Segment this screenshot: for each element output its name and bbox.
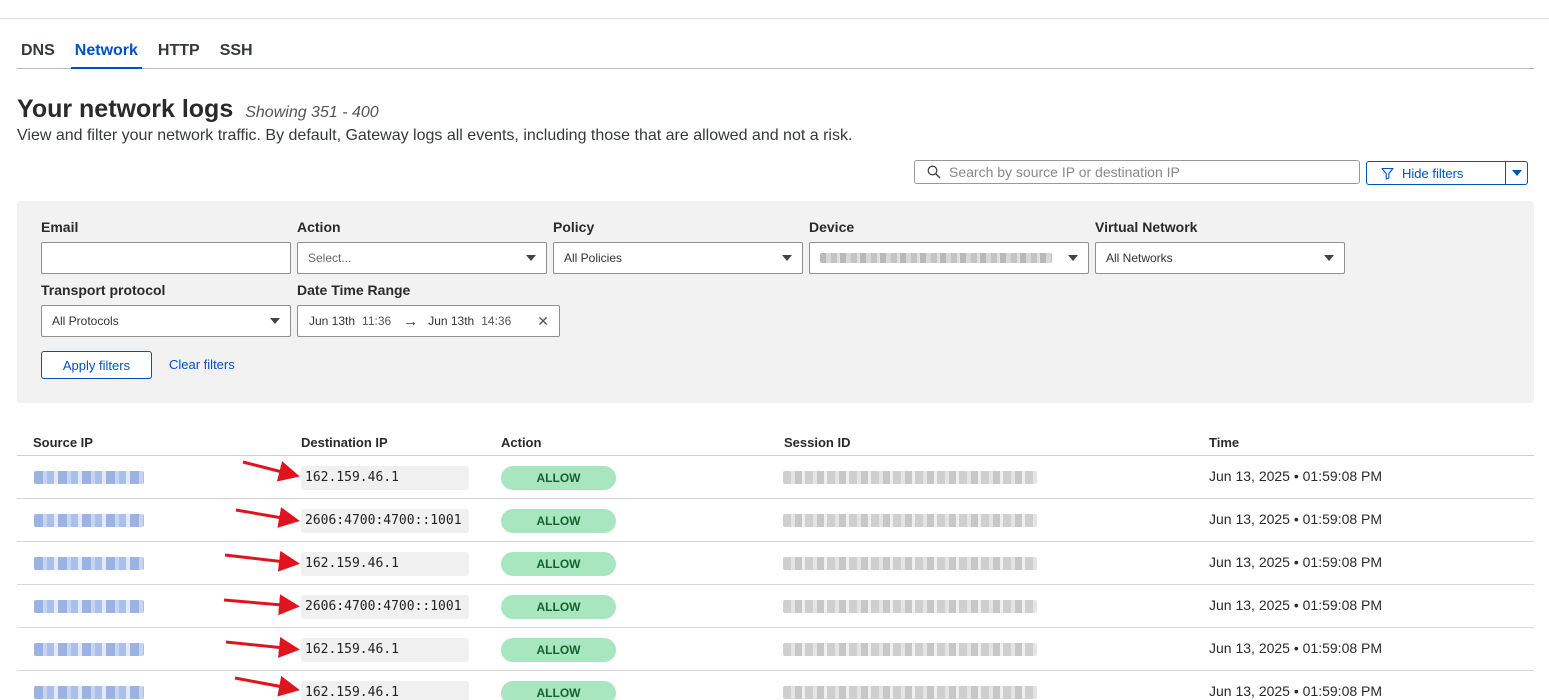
destination-ip: 162.159.46.1 [301, 552, 469, 576]
source-ip-redacted [34, 471, 144, 484]
transport-protocol-select[interactable]: All Protocols [41, 305, 291, 337]
tab-http[interactable]: HTTP [154, 40, 204, 69]
start-date: Jun 13th [309, 314, 356, 328]
search-icon [927, 165, 941, 179]
session-id-redacted [783, 643, 1037, 656]
chevron-down-icon [1511, 170, 1522, 176]
destination-ip: 2606:4700:4700::1001 [301, 595, 469, 619]
destination-ip: 162.159.46.1 [301, 638, 469, 662]
action-select[interactable]: Select... [297, 242, 547, 274]
session-id-redacted [783, 600, 1037, 613]
table-row[interactable]: 162.159.46.1 ALLOW Jun 13, 2025 • 01:59:… [17, 542, 1534, 585]
action-badge: ALLOW [501, 509, 616, 533]
destination-ip: 162.159.46.1 [301, 681, 469, 700]
column-header-destination-ip[interactable]: Destination IP [301, 435, 388, 450]
time-value: Jun 13, 2025 • 01:59:08 PM [1209, 554, 1383, 570]
hide-filters-button[interactable]: Hide filters [1367, 162, 1505, 184]
source-ip-redacted [34, 557, 144, 570]
device-label: Device [809, 219, 855, 235]
email-label: Email [41, 219, 79, 235]
column-header-time[interactable]: Time [1209, 435, 1239, 450]
start-time: 11:36 [362, 314, 392, 328]
chevron-down-icon [526, 255, 536, 261]
end-date: Jun 13th [428, 314, 475, 328]
action-badge: ALLOW [501, 681, 616, 700]
search-input[interactable] [949, 164, 1349, 180]
tab-network[interactable]: Network [70, 40, 142, 69]
action-badge: ALLOW [501, 552, 616, 576]
filter-icon [1381, 167, 1394, 180]
column-header-action[interactable]: Action [501, 435, 541, 450]
transport-protocol-select-value: All Protocols [52, 314, 119, 328]
log-type-tabs: DNS Network HTTP SSH [17, 40, 1534, 69]
device-select[interactable] [809, 242, 1089, 274]
action-label: Action [297, 219, 341, 235]
chevron-down-icon [270, 318, 280, 324]
session-id-redacted [783, 471, 1037, 484]
session-id-redacted [783, 514, 1037, 527]
page-subtitle: View and filter your network traffic. By… [17, 127, 853, 144]
virtual-network-label: Virtual Network [1095, 219, 1198, 235]
table-row[interactable]: 162.159.46.1 ALLOW Jun 13, 2025 • 01:59:… [17, 456, 1534, 499]
session-id-redacted [783, 686, 1037, 699]
table-row[interactable]: 162.159.46.1 ALLOW Jun 13, 2025 • 01:59:… [17, 671, 1534, 700]
policy-select[interactable]: All Policies [553, 242, 803, 274]
action-badge: ALLOW [501, 466, 616, 490]
time-value: Jun 13, 2025 • 01:59:08 PM [1209, 511, 1383, 527]
date-time-range-label: Date Time Range [297, 282, 411, 298]
filter-panel: Email Action Select... Policy All Polici… [17, 201, 1534, 403]
action-badge: ALLOW [501, 638, 616, 662]
column-header-session-id[interactable]: Session ID [784, 435, 850, 450]
top-divider [0, 18, 1549, 19]
column-header-source-ip[interactable]: Source IP [33, 435, 93, 450]
chevron-down-icon [782, 255, 792, 261]
end-time: 14:36 [481, 314, 512, 328]
device-select-value-redacted [820, 253, 1052, 263]
time-value: Jun 13, 2025 • 01:59:08 PM [1209, 468, 1383, 484]
clear-filters-link[interactable]: Clear filters [169, 357, 235, 372]
chevron-down-icon [1324, 255, 1334, 261]
page-title: Your network logs [17, 95, 234, 123]
destination-ip: 2606:4700:4700::1001 [301, 509, 469, 533]
policy-select-value: All Policies [564, 251, 623, 265]
source-ip-redacted [34, 600, 144, 613]
arrow-right-icon: → [403, 312, 419, 330]
tab-ssh[interactable]: SSH [216, 40, 257, 69]
transport-protocol-label: Transport protocol [41, 282, 166, 298]
destination-ip: 162.159.46.1 [301, 466, 469, 490]
session-id-redacted [783, 557, 1037, 570]
showing-count: Showing 351 - 400 [245, 104, 379, 121]
policy-label: Policy [553, 219, 595, 235]
time-value: Jun 13, 2025 • 01:59:08 PM [1209, 640, 1383, 656]
table-header: Source IP Destination IP Action Session … [17, 433, 1534, 456]
date-time-range-picker[interactable]: Jun 13th 11:36 → Jun 13th 14:36 ✕ [297, 305, 560, 337]
tab-dns[interactable]: DNS [17, 40, 59, 69]
apply-filters-button[interactable]: Apply filters [41, 351, 152, 379]
virtual-network-select-value: All Networks [1106, 251, 1173, 265]
hide-filters-dropdown-button[interactable] [1505, 162, 1527, 184]
title-row: Your network logs Showing 351 - 400 [17, 95, 379, 124]
source-ip-redacted [34, 686, 144, 699]
hide-filters-label: Hide filters [1402, 165, 1464, 181]
hide-filters-split-button: Hide filters [1366, 161, 1528, 185]
email-field[interactable] [41, 242, 291, 274]
table-row[interactable]: 2606:4700:4700::1001 ALLOW Jun 13, 2025 … [17, 585, 1534, 628]
chevron-down-icon [1068, 255, 1078, 261]
time-value: Jun 13, 2025 • 01:59:08 PM [1209, 683, 1383, 699]
action-select-value: Select... [308, 251, 352, 265]
time-value: Jun 13, 2025 • 01:59:08 PM [1209, 597, 1383, 613]
table-row[interactable]: 2606:4700:4700::1001 ALLOW Jun 13, 2025 … [17, 499, 1534, 542]
virtual-network-select[interactable]: All Networks [1095, 242, 1345, 274]
source-ip-redacted [34, 643, 144, 656]
search-box[interactable] [914, 160, 1360, 184]
source-ip-redacted [34, 514, 144, 527]
table-row[interactable]: 162.159.46.1 ALLOW Jun 13, 2025 • 01:59:… [17, 628, 1534, 671]
action-badge: ALLOW [501, 595, 616, 619]
clear-date-icon[interactable]: ✕ [537, 313, 549, 330]
